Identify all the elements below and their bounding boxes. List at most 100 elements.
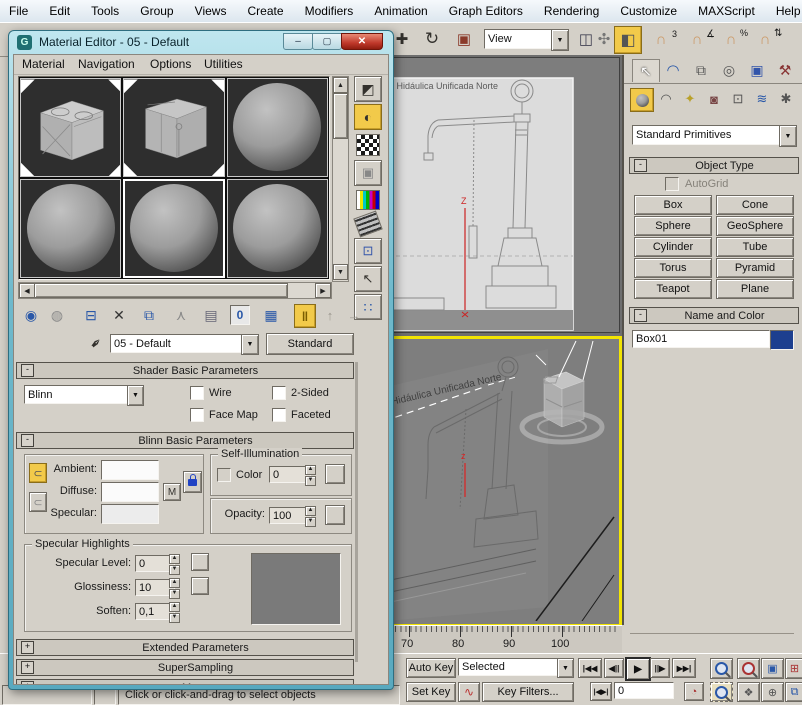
default-in-out-tangents-button[interactable]: ∿ (458, 682, 480, 702)
sample-uv-tiling-button[interactable]: ▣ (354, 160, 382, 186)
selection-set-dropdown[interactable]: Selected (458, 658, 564, 676)
slots-horizontal-scrollbar[interactable]: ◀ ▶ (18, 282, 332, 299)
zoom-extents-button[interactable]: ▣ (761, 658, 784, 679)
select-rotate-button[interactable]: ↻ (420, 27, 444, 51)
backlight-button[interactable]: ◐ (354, 104, 382, 130)
pick-material-eyedropper[interactable]: ✒ (82, 329, 110, 357)
tab-display[interactable]: ▣ (744, 59, 770, 81)
torus-button[interactable]: Torus (634, 258, 712, 278)
ambient-diffuse-lock-button[interactable]: ⊂ (29, 463, 47, 483)
key-mode-toggle-button[interactable]: |◀▶| (590, 682, 612, 701)
material-id-channel-button[interactable]: 0 (230, 305, 250, 325)
menu-file[interactable]: File (0, 0, 37, 21)
tab-create[interactable]: ↖ (632, 59, 660, 82)
scroll-up-button[interactable]: ▲ (333, 77, 348, 93)
menu-help[interactable]: Help (767, 0, 802, 21)
go-to-parent-button[interactable]: ↑ (320, 304, 340, 326)
blinn-basic-parameters-header[interactable]: - Blinn Basic Parameters (16, 432, 354, 449)
diffuse-color-swatch[interactable] (101, 482, 159, 502)
wire-checkbox[interactable] (190, 386, 204, 400)
space-warps-category-button[interactable]: ≋ (751, 88, 773, 110)
cone-button[interactable]: Cone (716, 195, 794, 215)
cylinder-button[interactable]: Cylinder (634, 237, 712, 257)
go-to-start-button[interactable]: |◀◀ (578, 658, 602, 678)
ambient-color-swatch[interactable] (101, 460, 159, 480)
zoom-extents-all-button[interactable]: ⊞ (785, 658, 802, 679)
extended-parameters-header[interactable]: + Extended Parameters (16, 639, 354, 656)
specular-level-map-button[interactable] (191, 553, 209, 571)
maximize-button[interactable]: ▢ (312, 33, 342, 50)
menu-views[interactable]: Views (186, 0, 236, 21)
teapot-button[interactable]: Teapot (634, 279, 712, 299)
shader-type-dropdown[interactable]: Blinn (24, 385, 134, 404)
menu-navigation[interactable]: Navigation (78, 57, 135, 71)
faceted-checkbox[interactable] (272, 408, 286, 422)
map-lock-button[interactable] (183, 471, 202, 493)
menu-create[interactable]: Create (239, 0, 293, 21)
viewport-perspective-active[interactable]: Hidáulica Unificada Norte z (383, 336, 622, 627)
lights-category-button[interactable]: ✦ (679, 88, 701, 110)
autogrid-checkbox[interactable] (665, 177, 679, 191)
helpers-category-button[interactable]: ⊡ (727, 88, 749, 110)
sample-slot-6[interactable] (227, 179, 328, 278)
scroll-down-button[interactable]: ▼ (333, 264, 348, 280)
snaps-toggle-button[interactable]: ◧ (614, 26, 642, 54)
shader-type-arrow[interactable]: ▼ (127, 385, 144, 406)
key-filters-button[interactable]: Key Filters... (482, 682, 574, 702)
material-editor-options-button[interactable]: ⊡ (354, 238, 382, 264)
tab-modify[interactable]: ◠ (660, 59, 686, 81)
face-map-checkbox[interactable] (190, 408, 204, 422)
play-button[interactable]: ▶ (625, 657, 651, 681)
show-map-in-viewport-button[interactable]: ▦ (260, 304, 282, 326)
background-button[interactable] (356, 134, 380, 156)
menu-maxscript[interactable]: MAXScript (689, 0, 764, 21)
video-color-check-button[interactable] (356, 190, 380, 210)
vertical-scroll-thumb[interactable] (333, 93, 348, 139)
reference-coordinate-dropdown[interactable]: View (484, 29, 558, 49)
get-material-button[interactable]: ◉ (20, 304, 42, 326)
sample-slot-2[interactable] (123, 78, 224, 177)
make-material-copy-button[interactable]: ⧉ (138, 304, 160, 326)
opacity-spinner[interactable]: ▲▼ (305, 506, 316, 527)
material-editor-titlebar[interactable]: G Material Editor - 05 - Default – ▢ ✕ (9, 31, 391, 54)
soften-spinner[interactable]: ▲▼ (169, 602, 180, 623)
horizontal-scroll-thumb[interactable] (34, 283, 288, 298)
menu-animation[interactable]: Animation (365, 0, 436, 21)
select-by-material-button[interactable]: ↖ (354, 266, 382, 292)
zoom-button[interactable] (710, 658, 733, 679)
previous-frame-button[interactable]: ◀|| (604, 658, 624, 678)
make-preview-button[interactable] (353, 210, 382, 237)
put-to-library-button[interactable]: ▤ (200, 304, 222, 326)
sample-slot-3[interactable] (227, 78, 328, 177)
menu-modifiers[interactable]: Modifiers (296, 0, 363, 21)
assign-material-to-selection-button[interactable]: ⊟ (80, 304, 102, 326)
sphere-button[interactable]: Sphere (634, 216, 712, 236)
orbit-button[interactable]: ⊕ (761, 682, 784, 702)
set-key-button[interactable]: Set Key (406, 682, 456, 702)
material-type-button[interactable]: Standard (266, 333, 354, 355)
time-configuration-button[interactable]: ◔ (684, 682, 704, 701)
two-sided-checkbox[interactable] (272, 386, 286, 400)
self-illumination-spinner[interactable]: ▲▼ (305, 465, 316, 486)
scroll-left-button[interactable]: ◀ (19, 283, 35, 298)
diffuse-map-button[interactable]: M (163, 483, 181, 501)
tube-button[interactable]: Tube (716, 237, 794, 257)
rollout-scroll-strip[interactable] (355, 362, 358, 662)
timeline-ruler[interactable]: 70 80 90 100 (383, 625, 622, 655)
cameras-category-button[interactable]: ◙ (703, 88, 725, 110)
sample-slot-4[interactable] (20, 179, 121, 278)
material-name-dropdown[interactable]: 05 - Default (110, 334, 248, 353)
sample-slot-5-active[interactable] (123, 179, 224, 278)
maps-header[interactable]: + Maps (16, 679, 354, 685)
zoom-all-button[interactable] (737, 658, 760, 679)
object-color-swatch[interactable] (770, 330, 794, 350)
supersampling-header[interactable]: + SuperSampling (16, 659, 354, 676)
tab-utilities[interactable]: ⚒ (772, 59, 798, 81)
reference-coordinate-arrow[interactable]: ▼ (551, 29, 569, 51)
slots-vertical-scrollbar[interactable]: ▲ ▼ (332, 76, 349, 282)
go-forward-to-sibling-button[interactable]: → (344, 304, 364, 326)
specular-level-spinner[interactable]: ▲▼ (169, 554, 180, 575)
menu-group[interactable]: Group (131, 0, 182, 21)
reset-map-button[interactable]: ✕ (108, 304, 130, 326)
name-color-header[interactable]: - Name and Color (629, 307, 799, 324)
